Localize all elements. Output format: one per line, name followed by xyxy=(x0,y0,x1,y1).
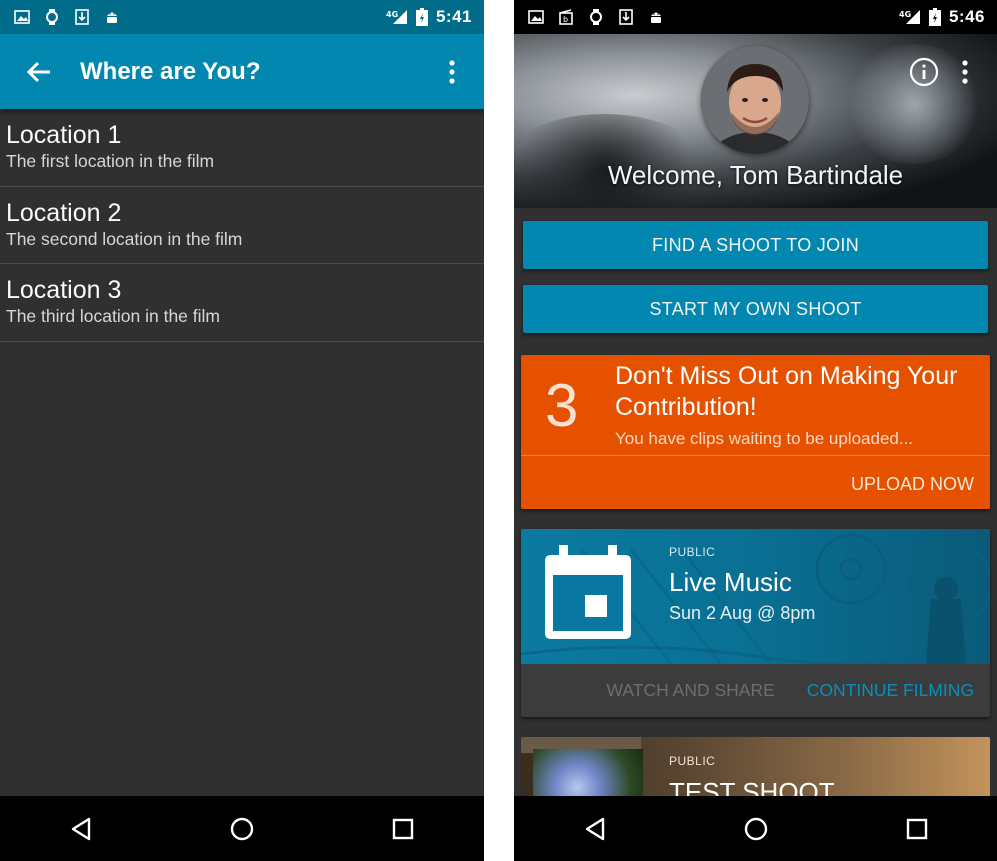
shoot-title: Live Music xyxy=(669,567,792,597)
divider xyxy=(521,455,990,456)
location-list: Location 1 The first location in the fil… xyxy=(0,109,484,342)
upload-reminder-card: 3 Don't Miss Out on Making Your Contribu… xyxy=(521,355,990,509)
back-arrow-icon xyxy=(26,61,50,82)
info-button[interactable] xyxy=(909,57,939,87)
pending-clips-count: 3 xyxy=(545,372,579,439)
location-title: Location 1 xyxy=(6,121,122,149)
location-subtitle: The third location in the film xyxy=(6,306,220,326)
watch-icon xyxy=(590,9,602,25)
nav-back-button[interactable] xyxy=(575,809,615,849)
find-shoot-button[interactable]: FIND A SHOOT TO JOIN xyxy=(523,221,988,269)
continue-filming-button[interactable]: CONTINUE FILMING xyxy=(807,680,974,701)
download-icon xyxy=(619,9,633,25)
battery-icon xyxy=(928,8,941,26)
svg-text:b: b xyxy=(563,15,568,24)
avatar[interactable] xyxy=(701,46,809,154)
start-shoot-button[interactable]: START MY OWN SHOOT xyxy=(523,285,988,333)
upload-now-button[interactable]: UPLOAD NOW xyxy=(851,474,974,495)
app-bar: Where are You? xyxy=(0,34,484,109)
page-title: Where are You? xyxy=(80,57,261,85)
shoot-visibility-tag: PUBLIC xyxy=(669,545,716,559)
watch-icon xyxy=(46,9,58,25)
download-icon xyxy=(75,9,89,25)
nav-home-button[interactable] xyxy=(222,809,262,849)
location-subtitle: The second location in the film xyxy=(6,228,243,249)
nav-recents-icon xyxy=(906,818,927,839)
list-item[interactable]: Location 3 The third location in the fil… xyxy=(0,264,484,342)
back-button[interactable] xyxy=(24,57,54,87)
shoot-card-actions: WATCH AND SHARE CONTINUE FILMING xyxy=(521,664,990,717)
location-title: Location 3 xyxy=(6,276,122,304)
location-title: Location 2 xyxy=(6,198,122,227)
navigation-bar xyxy=(0,796,484,861)
overflow-menu-button[interactable] xyxy=(440,57,464,87)
upload-card-title: Don't Miss Out on Making Your Contributi… xyxy=(615,362,958,421)
nav-home-icon xyxy=(744,817,767,840)
nav-back-button[interactable] xyxy=(61,809,101,849)
more-vert-icon xyxy=(449,59,455,84)
signal-icon: 4G xyxy=(386,10,407,24)
nav-home-icon xyxy=(230,817,254,840)
android-icon xyxy=(107,12,117,23)
image-icon xyxy=(528,10,544,24)
list-item[interactable]: Location 2 The second location in the fi… xyxy=(0,187,484,264)
left-phone-screen: 4G 5:41 Where are You? Location 1 The fi… xyxy=(0,0,484,861)
shoot-card[interactable]: PUBLIC Live Music Sun 2 Aug @ 8pm WATCH … xyxy=(521,529,990,717)
location-subtitle: The first location in the film xyxy=(6,151,215,171)
calendar-icon xyxy=(545,545,631,639)
avatar-image xyxy=(701,46,809,154)
more-vert-icon xyxy=(962,60,968,84)
svg-text:4G: 4G xyxy=(899,10,911,19)
right-phone-screen: b 4G 5:46 Welcome, Tom Bartindale FIND A… xyxy=(514,0,997,861)
status-time: 5:41 xyxy=(435,7,472,26)
signal-icon: 4G xyxy=(899,10,920,24)
nav-recents-icon xyxy=(393,818,414,839)
overflow-menu-button[interactable] xyxy=(953,57,977,87)
shoot-date: Sun 2 Aug @ 8pm xyxy=(669,603,816,623)
nav-recents-button[interactable] xyxy=(897,809,937,849)
android-icon xyxy=(651,12,661,23)
nav-back-icon xyxy=(585,817,604,840)
upload-card-subtitle: You have clips waiting to be uploaded... xyxy=(615,429,914,448)
watch-and-share-button[interactable]: WATCH AND SHARE xyxy=(607,680,775,701)
battery-icon xyxy=(415,8,428,26)
svg-text:4G: 4G xyxy=(386,10,398,19)
info-icon xyxy=(909,57,939,87)
nav-home-button[interactable] xyxy=(736,809,776,849)
profile-header: Welcome, Tom Bartindale xyxy=(514,34,997,208)
list-item[interactable]: Location 1 The first location in the fil… xyxy=(0,109,484,187)
shoot-visibility-tag: PUBLIC xyxy=(669,754,716,768)
nav-back-icon xyxy=(71,817,90,840)
status-time: 5:46 xyxy=(948,7,985,26)
status-bar: 4G 5:41 xyxy=(0,0,484,34)
clapper-icon: b xyxy=(559,9,573,25)
shoot-banner: PUBLIC Live Music Sun 2 Aug @ 8pm xyxy=(521,529,990,664)
image-icon xyxy=(14,10,30,24)
navigation-bar xyxy=(514,796,997,861)
nav-recents-button[interactable] xyxy=(383,809,423,849)
status-bar: b 4G 5:46 xyxy=(514,0,997,34)
welcome-text: Welcome, Tom Bartindale xyxy=(607,160,904,190)
